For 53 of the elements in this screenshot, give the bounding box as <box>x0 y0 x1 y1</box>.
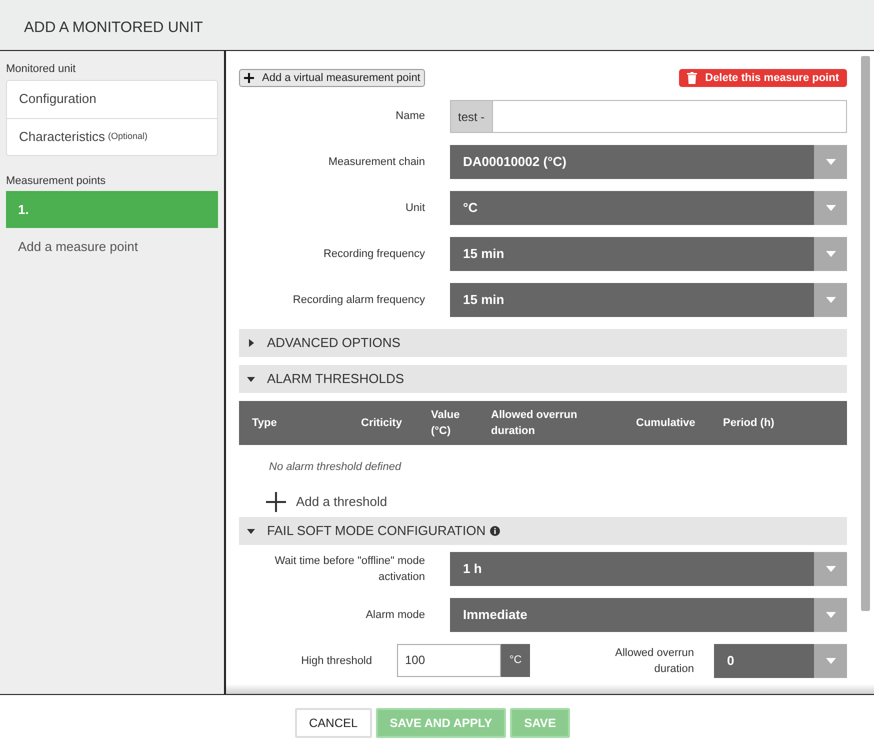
empty-table-message: No alarm threshold defined <box>268 460 402 475</box>
sidebar-item[interactable]: Configuration <box>7 80 217 118</box>
section-header[interactable]: FAIL SOFT MODE CONFIGURATION <box>239 516 847 544</box>
field-label: Name <box>394 109 425 124</box>
column-header: Criticity <box>361 416 403 431</box>
add-threshold-button[interactable]: Add a threshold <box>266 492 388 512</box>
dropdown[interactable]: 0 <box>714 644 847 678</box>
sidebar-heading: Monitored unit <box>6 62 77 77</box>
add-virtual-point-button[interactable]: Add a virtual measurement point <box>239 69 426 87</box>
plus-icon <box>266 492 286 512</box>
column-header: Allowed overrun duration <box>491 408 578 439</box>
sidebar-heading: Measurement points <box>6 174 107 188</box>
dialog-title: ADD A MONITORED UNIT <box>24 18 203 38</box>
column-header: Period (h) <box>723 416 776 431</box>
column-header: Type <box>251 416 278 431</box>
caret-down-icon <box>826 658 836 664</box>
dropdown[interactable]: DA00010002 (°C) <box>450 145 847 179</box>
field-label: Unit <box>404 200 425 216</box>
section-header[interactable]: ADVANCED OPTIONS <box>239 329 847 357</box>
column-header: Cumulative <box>636 416 696 431</box>
scrollbar[interactable] <box>861 56 870 611</box>
unit-label: °C <box>501 644 530 676</box>
delete-point-button[interactable]: Delete this measure point <box>679 69 847 87</box>
plus-icon <box>244 73 254 83</box>
column-header: Value (°C) <box>431 408 461 439</box>
caret-down-icon <box>826 612 836 618</box>
caret-down-icon <box>826 297 836 303</box>
caret-down-icon <box>247 375 255 383</box>
sidebar-item[interactable]: Characteristics (Optional) <box>7 118 217 154</box>
cancel-button[interactable]: CANCEL <box>295 708 372 738</box>
caret-down-icon <box>826 566 836 572</box>
caret-down-icon <box>826 205 836 211</box>
dropdown[interactable]: °C <box>450 191 847 225</box>
caret-down-icon <box>826 251 836 257</box>
dropdown[interactable]: 15 min <box>450 237 847 271</box>
field-label: Allowed overrun duration <box>614 646 694 676</box>
field-label: High threshold <box>300 654 372 668</box>
trash-icon <box>687 72 698 84</box>
section-header[interactable]: ALARM THRESHOLDS <box>239 365 847 393</box>
caret-down-icon <box>826 159 836 165</box>
threshold-input[interactable]: 100 <box>397 644 501 676</box>
add-measure-point-link[interactable]: Add a measure point <box>6 237 218 256</box>
dropdown[interactable]: 1 h <box>450 552 847 586</box>
field-label: Alarm mode <box>364 608 425 622</box>
field-label: Wait time before "offline" mode activation <box>274 554 425 584</box>
section-title: FAIL SOFT MODE CONFIGURATION <box>267 522 486 540</box>
field-label: Measurement chain <box>327 154 425 170</box>
dropdown[interactable]: Immediate <box>450 598 847 632</box>
caret-right-icon <box>247 339 255 347</box>
dropdown[interactable]: 15 min <box>450 283 847 317</box>
field-label: Recording alarm frequency <box>292 292 425 308</box>
field-label: Recording frequency <box>322 246 425 262</box>
caret-down-icon <box>247 526 255 534</box>
